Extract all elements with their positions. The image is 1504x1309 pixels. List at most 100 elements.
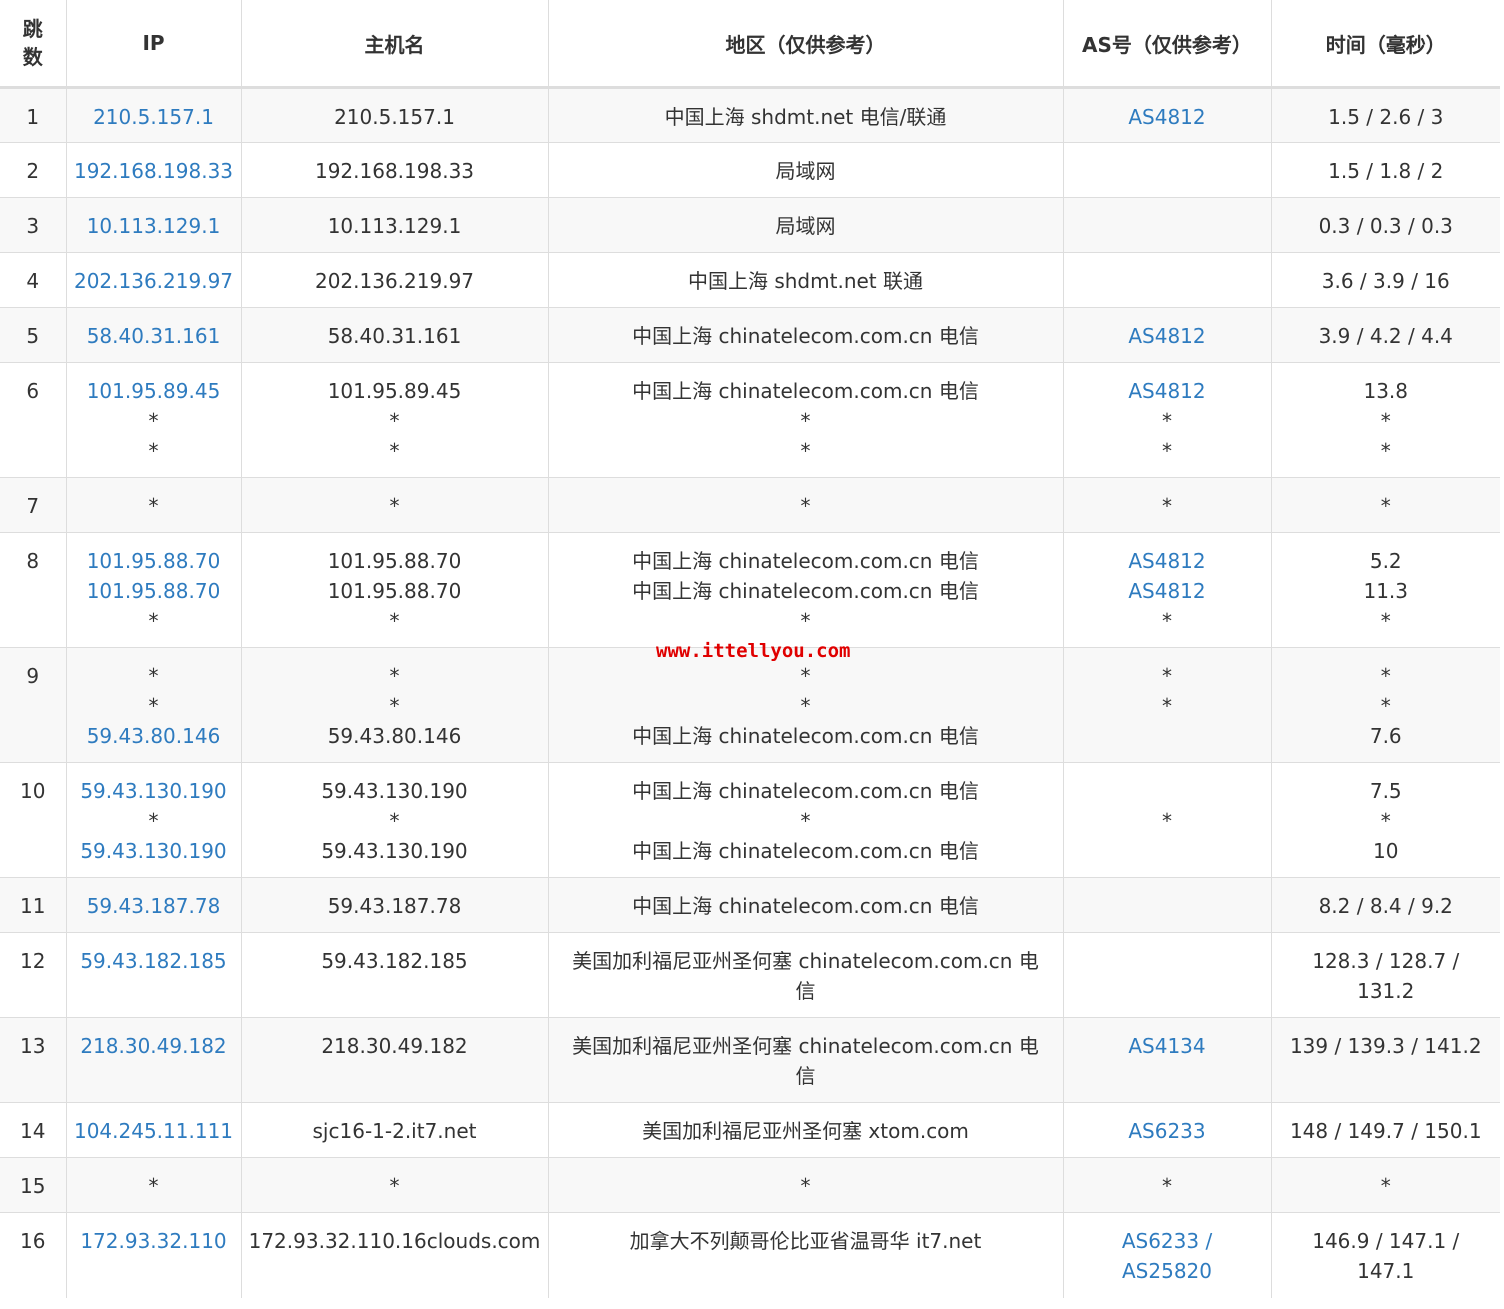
hop-cell: 10 bbox=[0, 762, 67, 878]
table-row: 5 58.40.31.161 58.40.31.161 中国上海 chinatelec… bbox=[0, 307, 1500, 363]
hostname-value: 59.43.182.185 bbox=[321, 949, 468, 973]
ip-link[interactable]: 59.43.130.190 bbox=[80, 779, 226, 803]
ip-line: 10.113.129.1 bbox=[73, 211, 235, 241]
region-value: 美国加利福尼亚州圣何塞 chinatelecom.com.cn 电 bbox=[572, 1034, 1039, 1058]
as-number-link[interactable]: AS4812 bbox=[1128, 579, 1205, 603]
latency-value: 0.3 / 0.3 / 0.3 bbox=[1318, 214, 1453, 238]
ip-value: * bbox=[148, 439, 159, 463]
as-number-link[interactable]: AS6233 bbox=[1128, 1119, 1205, 1143]
ip-link[interactable]: 172.93.32.110 bbox=[80, 1229, 226, 1253]
as-number-value bbox=[1070, 891, 1265, 921]
ip-link[interactable]: 59.43.80.146 bbox=[87, 724, 221, 748]
region-value: 中国上海 chinatelecom.com.cn 电信 bbox=[632, 724, 979, 748]
hop-cell: 4 bbox=[0, 252, 67, 308]
as-number-cell: * bbox=[1063, 762, 1272, 878]
hostname-value: 210.5.157.1 bbox=[334, 105, 455, 129]
hostname-value: * bbox=[389, 694, 400, 718]
ip-link[interactable]: 218.30.49.182 bbox=[80, 1034, 226, 1058]
header-region: 地区（仅供参考） bbox=[548, 0, 1064, 89]
region-value: * bbox=[800, 409, 811, 433]
ip-value: * bbox=[148, 494, 159, 518]
as-number-link[interactable]: AS6233 / bbox=[1122, 1229, 1212, 1253]
as-number-link[interactable]: AS25820 bbox=[1122, 1259, 1212, 1283]
as-number-line: AS25820 bbox=[1070, 1256, 1265, 1286]
ip-link[interactable]: 59.43.187.78 bbox=[87, 894, 221, 918]
ip-link[interactable]: 59.43.130.190 bbox=[80, 839, 226, 863]
ip-link[interactable]: 10.113.129.1 bbox=[87, 214, 221, 238]
as-number-cell bbox=[1063, 142, 1272, 198]
table-row: 14 104.245.11.111 sjc16-1-2.it7.net 美国加利福尼亚… bbox=[0, 1102, 1500, 1158]
ip-value: * bbox=[148, 809, 159, 833]
region-value: * bbox=[800, 494, 811, 518]
as-number-cell: AS4134 bbox=[1063, 1017, 1272, 1103]
latency-value: 1.5 / 2.6 / 3 bbox=[1328, 105, 1444, 129]
latency-value: 1.5 / 1.8 / 2 bbox=[1328, 159, 1444, 183]
as-number-line: AS6233 / bbox=[1070, 1226, 1265, 1256]
hop-cell: 9 bbox=[0, 647, 67, 763]
region-value: 美国加利福尼亚州圣何塞 chinatelecom.com.cn 电 bbox=[572, 949, 1039, 973]
latency-value: * bbox=[1380, 439, 1391, 463]
latency-cell: 1.5 / 2.6 / 3 bbox=[1271, 87, 1500, 143]
latency-cell: 148 / 149.7 / 150.1 bbox=[1271, 1102, 1500, 1158]
region-value: * bbox=[800, 664, 811, 688]
latency-cell: 146.9 / 147.1 / 147.1 bbox=[1271, 1212, 1500, 1298]
ip-link[interactable]: 101.95.88.70 bbox=[87, 579, 221, 603]
ip-cell: 59.43.187.78 bbox=[66, 877, 242, 933]
ip-link[interactable]: 202.136.219.97 bbox=[74, 269, 233, 293]
hop-number: 15 bbox=[20, 1174, 46, 1198]
region-value: 美国加利福尼亚州圣何塞 xtom.com bbox=[642, 1119, 969, 1143]
ip-cell: 59.43.130.190 * 59.43.130.190 bbox=[66, 762, 242, 878]
hop-number: 1 bbox=[26, 105, 40, 129]
header-as: AS号（仅供参考） bbox=[1063, 0, 1272, 89]
region-value: 加拿大不列颠哥伦比亚省温哥华 it7.net bbox=[629, 1229, 982, 1253]
hop-cell: 7 bbox=[0, 477, 67, 533]
ip-link[interactable]: 101.95.89.45 bbox=[87, 379, 221, 403]
hop-number: 5 bbox=[26, 324, 40, 348]
ip-link[interactable]: 58.40.31.161 bbox=[87, 324, 221, 348]
latency-cell: 7.5 * 10 bbox=[1271, 762, 1500, 878]
as-number-value: * bbox=[1162, 494, 1172, 518]
hostname-cell: 210.5.157.1 bbox=[241, 87, 549, 143]
region-cell: 中国上海 shdmt.net 电信/联通 bbox=[548, 87, 1064, 143]
as-number-link[interactable]: AS4812 bbox=[1128, 324, 1205, 348]
hostname-value: * bbox=[389, 609, 400, 633]
latency-cell: 1.5 / 1.8 / 2 bbox=[1271, 142, 1500, 198]
ip-line: 172.93.32.110 bbox=[73, 1226, 235, 1256]
ip-link[interactable]: 210.5.157.1 bbox=[93, 105, 214, 129]
hostname-value: * bbox=[389, 439, 400, 463]
region-value: 信 bbox=[795, 1064, 816, 1088]
as-number-line: AS4812 bbox=[1070, 321, 1265, 351]
ip-value: * bbox=[148, 1174, 159, 1198]
as-number-cell: AS6233 / AS25820 bbox=[1063, 1212, 1272, 1298]
region-value: 中国上海 chinatelecom.com.cn 电信 bbox=[632, 779, 979, 803]
ip-link[interactable]: 59.43.182.185 bbox=[80, 949, 226, 973]
latency-cell: 128.3 / 128.7 / 131.2 bbox=[1271, 932, 1500, 1018]
as-number-line: AS4812 bbox=[1070, 376, 1265, 406]
as-number-link[interactable]: AS4812 bbox=[1128, 105, 1205, 129]
hostname-cell: 172.93.32.110.16clouds.com bbox=[241, 1212, 549, 1298]
ip-cell: 10.113.129.1 bbox=[66, 197, 242, 253]
region-value: * bbox=[800, 809, 811, 833]
ip-line: 59.43.187.78 bbox=[73, 891, 235, 921]
ip-link[interactable]: 101.95.88.70 bbox=[87, 549, 221, 573]
region-value: 中国上海 chinatelecom.com.cn 电信 bbox=[632, 894, 979, 918]
latency-value: * bbox=[1380, 609, 1391, 633]
region-cell: 美国加利福尼亚州圣何塞 xtom.com bbox=[548, 1102, 1064, 1158]
ip-link[interactable]: 104.245.11.111 bbox=[74, 1119, 233, 1143]
table-row: 13 218.30.49.182 218.30.49.182 美国加利福尼亚州圣何塞 … bbox=[0, 1017, 1500, 1103]
as-number-link[interactable]: AS4812 bbox=[1128, 549, 1205, 573]
hop-cell: 2 bbox=[0, 142, 67, 198]
hostname-value: 59.43.187.78 bbox=[327, 894, 462, 918]
hostname-value: 59.43.130.190 bbox=[321, 779, 468, 803]
latency-cell: 8.2 / 8.4 / 9.2 bbox=[1271, 877, 1500, 933]
region-value: * bbox=[800, 694, 811, 718]
ip-cell: 218.30.49.182 bbox=[66, 1017, 242, 1103]
hop-number: 6 bbox=[26, 379, 40, 403]
ip-value: * bbox=[148, 409, 159, 433]
as-number-link[interactable]: AS4812 bbox=[1128, 379, 1205, 403]
as-number-link[interactable]: AS4134 bbox=[1128, 1034, 1205, 1058]
hostname-cell: 192.168.198.33 bbox=[241, 142, 549, 198]
ip-link[interactable]: 192.168.198.33 bbox=[74, 159, 233, 183]
as-number-line: AS4812 bbox=[1070, 576, 1265, 606]
as-number-cell bbox=[1063, 197, 1272, 253]
